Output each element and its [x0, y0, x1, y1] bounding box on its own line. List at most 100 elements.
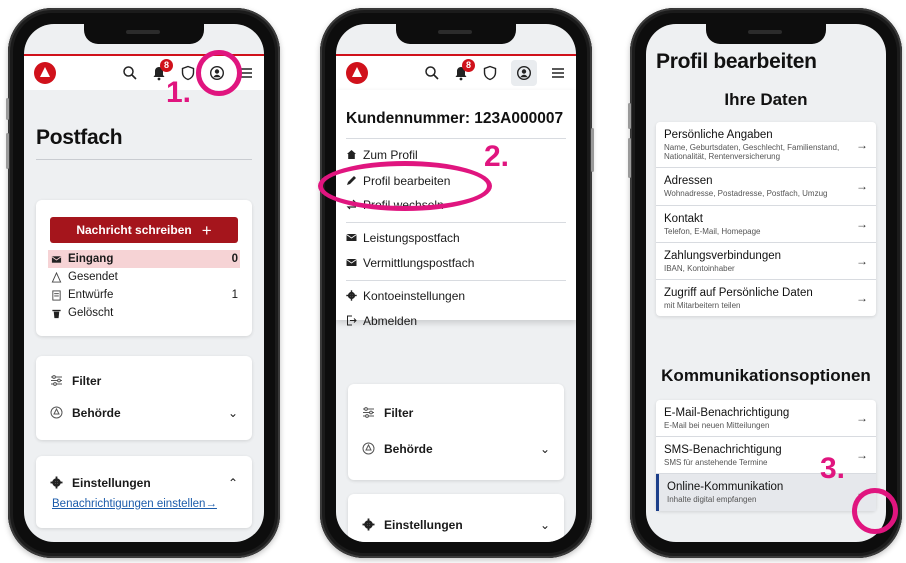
list-item-subtitle: mit Mitarbeitern teilen	[664, 300, 741, 310]
filter-card: Filter Behörde ⌄	[36, 356, 252, 440]
list-item-subtitle: Name, Geburtsdaten, Geschlecht, Familien…	[664, 143, 840, 162]
bell-icon[interactable]: 8	[453, 59, 475, 81]
envelope-icon	[346, 257, 358, 269]
plus-icon: +	[201, 220, 212, 240]
list-item-subtitle: Wohnadresse, Postadresse, Postfach, Umzu…	[664, 189, 828, 199]
app-header: 8	[336, 54, 576, 90]
arrow-right-icon: →	[856, 253, 868, 268]
step-label-1: 1.	[166, 76, 192, 109]
mailbox-label: Gesendet	[68, 271, 118, 283]
data-list: Persönliche Angaben Name, Geburtsdaten, …	[656, 122, 876, 317]
bell-icon[interactable]: 8	[151, 59, 173, 81]
divider	[36, 159, 252, 160]
section-title-data: Ihre Daten	[724, 90, 808, 109]
phone-1-screen: 8 Postfach Nachricht schreiben + Eingang…	[24, 24, 264, 542]
authority-icon	[50, 406, 64, 420]
authority-icon	[362, 442, 376, 456]
settings-label: Einstellungen	[72, 476, 151, 490]
menu-icon[interactable]	[550, 65, 566, 81]
list-item-personal[interactable]: Persönliche Angaben Name, Geburtsdaten, …	[656, 122, 876, 169]
arrow-right-icon: →	[856, 179, 868, 194]
mailbox-deleted[interactable]: Gelöscht	[48, 304, 240, 322]
settings-row[interactable]: Einstellungen ⌃	[50, 476, 238, 490]
list-item-subtitle: E-Mail bei neuen Mitteilungen	[664, 421, 770, 430]
notch	[396, 24, 516, 44]
send-icon	[50, 271, 62, 283]
notch	[706, 24, 826, 44]
account-icon[interactable]	[511, 60, 537, 86]
phone-1: 8 Postfach Nachricht schreiben + Eingang…	[6, 8, 280, 558]
logo-icon[interactable]	[346, 62, 368, 84]
chevron-down-icon: ⌄	[227, 406, 238, 420]
authority-label: Behörde	[72, 406, 121, 420]
arrow-right-icon: →	[856, 448, 868, 463]
notification-badge: 8	[462, 59, 475, 72]
menu-item-label: Kontoeinstellungen	[363, 289, 466, 303]
page-title: Postfach	[36, 126, 123, 149]
filter-icon	[362, 406, 376, 420]
mailbox-label: Gelöscht	[68, 307, 114, 319]
compose-button[interactable]: Nachricht schreiben +	[50, 217, 238, 243]
compose-label: Nachricht schreiben	[76, 223, 192, 237]
phone-side-button	[628, 138, 631, 178]
menu-item-logout[interactable]: Abmelden	[346, 314, 417, 328]
arrow-right-icon: →	[856, 137, 868, 152]
mailbox-inbox[interactable]: Eingang 0	[48, 250, 240, 268]
mailbox-count: 0	[231, 253, 238, 265]
phone-3-screen: Profil bearbeiten Ihre Daten Persönliche…	[646, 24, 886, 542]
speaker	[748, 30, 782, 34]
chevron-down-icon: ⌄	[539, 442, 550, 456]
authority-dropdown[interactable]: Behörde ⌄	[50, 406, 238, 420]
highlight-ring-online-communication	[852, 488, 898, 534]
section-title-communication: Kommunikationsoptionen	[661, 366, 871, 385]
mailbox-drafts[interactable]: Entwürfe 1	[48, 286, 240, 304]
shield-icon[interactable]	[482, 65, 498, 81]
notifications-link[interactable]: Benachrichtigungen einstellen→	[52, 498, 217, 510]
step-label-2: 2.	[484, 140, 510, 173]
list-item-email-notification[interactable]: E-Mail-Benachrichtigung E-Mail bei neuen…	[656, 400, 876, 438]
list-item-contact[interactable]: Kontakt Telefon, E-Mail, Homepage →	[656, 206, 876, 243]
settings-row[interactable]: Einstellungen ⌄	[362, 518, 550, 532]
menu-item-account-settings[interactable]: Kontoeinstellungen	[346, 289, 465, 303]
step-label-3: 3.	[820, 452, 846, 485]
chevron-up-icon: ⌃	[227, 476, 238, 490]
list-item-addresses[interactable]: Adressen Wohnadresse, Postadresse, Postf…	[656, 168, 876, 206]
list-item-subtitle: IBAN, Kontoinhaber	[664, 263, 735, 273]
speaker	[438, 30, 472, 34]
trash-icon	[50, 307, 62, 319]
filter-card: Filter Behörde ⌄	[348, 384, 564, 480]
phone-2-screen: 8 Kundennummer: 123A000007 Zum Profil Pr…	[336, 24, 576, 542]
list-item-access[interactable]: Zugriff auf Persönliche Daten mit Mitarb…	[656, 280, 876, 316]
mailbox-sent[interactable]: Gesendet	[48, 268, 240, 286]
phone-side-button	[628, 103, 631, 129]
arrow-right-icon: →	[856, 216, 868, 231]
menu-item-label: Vermittlungspostfach	[363, 256, 475, 270]
menu-item-label: Zum Profil	[363, 148, 418, 162]
search-icon[interactable]	[122, 65, 138, 81]
mailbox-label: Eingang	[68, 253, 114, 265]
settings-card: Einstellungen ⌄	[348, 494, 564, 542]
authority-dropdown[interactable]: Behörde ⌄	[362, 442, 550, 456]
arrow-right-icon: →	[856, 411, 868, 426]
menu-item-placement-mailbox[interactable]: Vermittlungspostfach	[346, 256, 474, 270]
search-icon[interactable]	[424, 65, 440, 81]
arrow-right-icon: →	[856, 291, 868, 306]
chevron-down-icon: ⌄	[539, 518, 550, 532]
menu-item-benefits-mailbox[interactable]: Leistungspostfach	[346, 231, 460, 245]
filter-label: Filter	[72, 374, 102, 388]
envelope-icon	[50, 253, 62, 265]
filter-row[interactable]: Filter	[362, 406, 550, 420]
gear-icon	[50, 476, 64, 490]
gear-icon	[362, 518, 376, 532]
list-item-title: Persönliche Angaben	[664, 129, 773, 141]
list-item-title: E-Mail-Benachrichtigung	[664, 407, 790, 419]
menu-item-profile[interactable]: Zum Profil	[346, 148, 418, 162]
mailbox-card: Nachricht schreiben + Eingang 0 Gesendet…	[36, 200, 252, 336]
divider	[346, 222, 566, 223]
list-item-payment[interactable]: Zahlungsverbindungen IBAN, Kontoinhaber …	[656, 243, 876, 280]
customer-number: Kundennummer: 123A000007	[346, 110, 564, 127]
highlight-ring-account	[196, 50, 242, 96]
settings-label: Einstellungen	[384, 518, 463, 532]
logo-icon[interactable]	[34, 62, 56, 84]
filter-row[interactable]: Filter	[50, 374, 238, 388]
